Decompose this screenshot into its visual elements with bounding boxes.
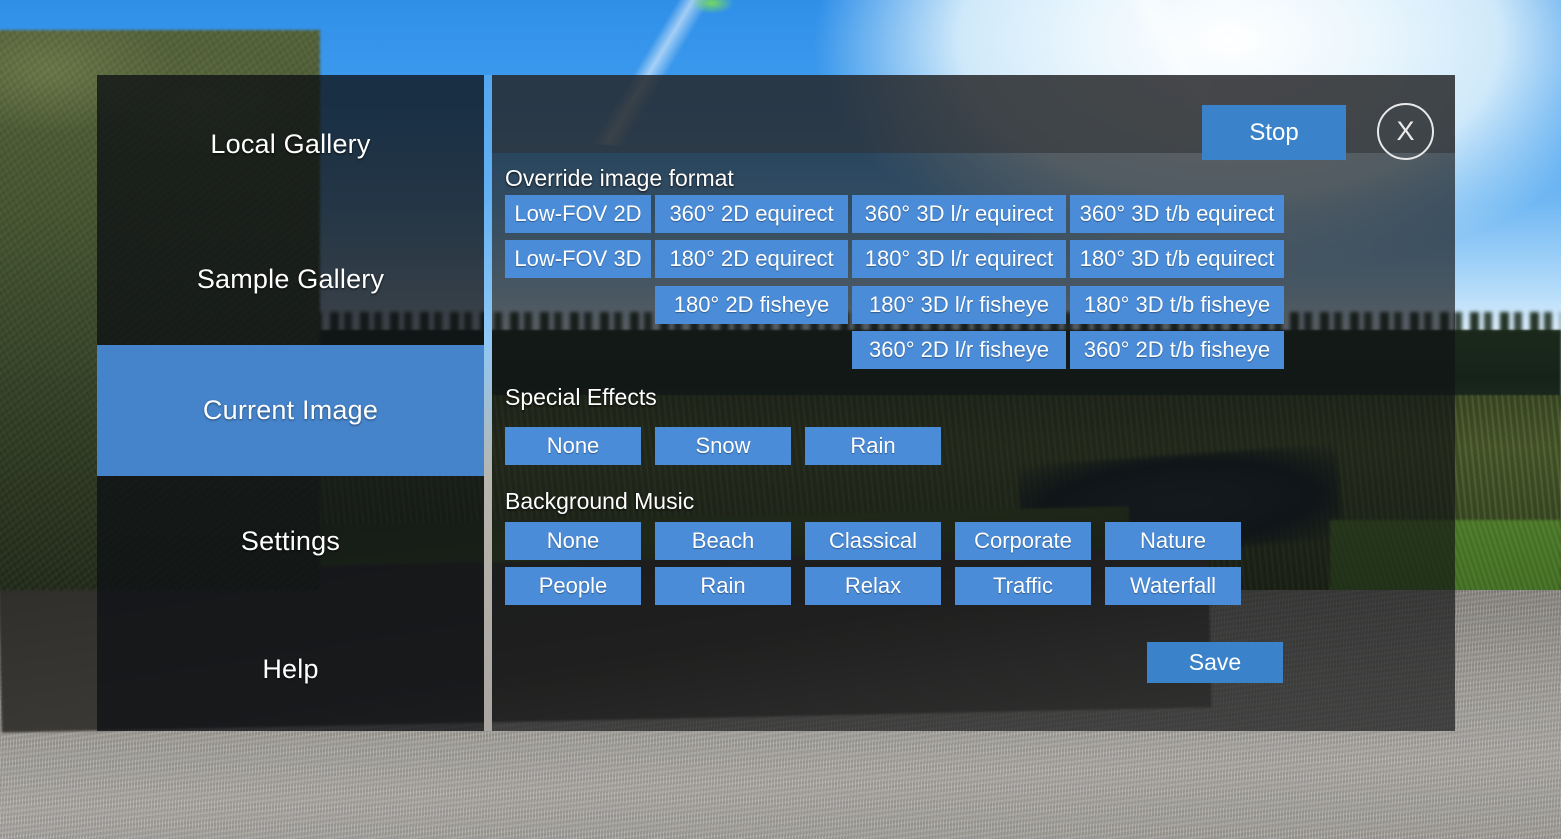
music-option-beach[interactable]: Beach bbox=[655, 522, 791, 560]
sidebar-item-sample-gallery[interactable]: Sample Gallery bbox=[97, 214, 484, 345]
music-option-classical[interactable]: Classical bbox=[805, 522, 941, 560]
format-option-180-2d-equirect[interactable]: 180° 2D equirect bbox=[655, 240, 848, 278]
format-option-360-3d-tb-equirect[interactable]: 360° 3D t/b equirect bbox=[1070, 195, 1284, 233]
format-option-180-2d-fisheye[interactable]: 180° 2D fisheye bbox=[655, 286, 848, 324]
music-option-nature[interactable]: Nature bbox=[1105, 522, 1241, 560]
format-option-360-2d-tb-fisheye[interactable]: 360° 2D t/b fisheye bbox=[1070, 331, 1284, 369]
format-option-low-fov-3d[interactable]: Low-FOV 3D bbox=[505, 240, 651, 278]
format-option-360-2d-equirect[interactable]: 360° 2D equirect bbox=[655, 195, 848, 233]
music-option-traffic[interactable]: Traffic bbox=[955, 567, 1091, 605]
music-option-waterfall[interactable]: Waterfall bbox=[1105, 567, 1241, 605]
lens-flare-artifact bbox=[690, 0, 734, 14]
format-option-180-3d-tb-equirect[interactable]: 180° 3D t/b equirect bbox=[1070, 240, 1284, 278]
sidebar-item-label: Settings bbox=[240, 526, 341, 556]
close-x-icon[interactable]: X bbox=[1377, 103, 1434, 160]
format-option-180-3d-lr-fisheye[interactable]: 180° 3D l/r fisheye bbox=[852, 286, 1066, 324]
sidebar-item-current-image[interactable]: Current Image bbox=[97, 345, 484, 476]
sidebar-item-label: Current Image bbox=[202, 395, 379, 425]
music-option-rain[interactable]: Rain bbox=[655, 567, 791, 605]
music-option-relax[interactable]: Relax bbox=[805, 567, 941, 605]
format-option-180-3d-lr-equirect[interactable]: 180° 3D l/r equirect bbox=[852, 240, 1066, 278]
section-title-override-image-format: Override image format bbox=[505, 165, 734, 191]
format-option-360-2d-lr-fisheye[interactable]: 360° 2D l/r fisheye bbox=[852, 331, 1066, 369]
main-sidebar: Local Gallery Sample Gallery Current Ima… bbox=[97, 75, 484, 731]
sidebar-panel-gap bbox=[484, 75, 492, 731]
sidebar-item-label: Local Gallery bbox=[210, 129, 371, 159]
special-effect-option-rain[interactable]: Rain bbox=[805, 427, 941, 465]
sidebar-item-help[interactable]: Help bbox=[97, 607, 484, 731]
section-title-special-effects: Special Effects bbox=[505, 384, 657, 410]
format-option-180-3d-tb-fisheye[interactable]: 180° 3D t/b fisheye bbox=[1070, 286, 1284, 324]
sidebar-item-label: Sample Gallery bbox=[196, 264, 385, 294]
current-image-settings-panel: Stop X Override image format Low-FOV 2D … bbox=[492, 75, 1455, 731]
music-option-people[interactable]: People bbox=[505, 567, 641, 605]
music-option-none[interactable]: None bbox=[505, 522, 641, 560]
sidebar-item-local-gallery[interactable]: Local Gallery bbox=[97, 75, 484, 214]
special-effect-option-snow[interactable]: Snow bbox=[655, 427, 791, 465]
music-option-corporate[interactable]: Corporate bbox=[955, 522, 1091, 560]
screen-root: Local Gallery Sample Gallery Current Ima… bbox=[0, 0, 1561, 839]
save-button[interactable]: Save bbox=[1147, 642, 1283, 683]
sidebar-item-settings[interactable]: Settings bbox=[97, 476, 484, 607]
format-option-low-fov-2d[interactable]: Low-FOV 2D bbox=[505, 195, 651, 233]
sidebar-item-label: Help bbox=[262, 653, 319, 684]
stop-button[interactable]: Stop bbox=[1202, 105, 1346, 160]
special-effect-option-none[interactable]: None bbox=[505, 427, 641, 465]
format-option-360-3d-lr-equirect[interactable]: 360° 3D l/r equirect bbox=[852, 195, 1066, 233]
section-title-background-music: Background Music bbox=[505, 488, 695, 514]
